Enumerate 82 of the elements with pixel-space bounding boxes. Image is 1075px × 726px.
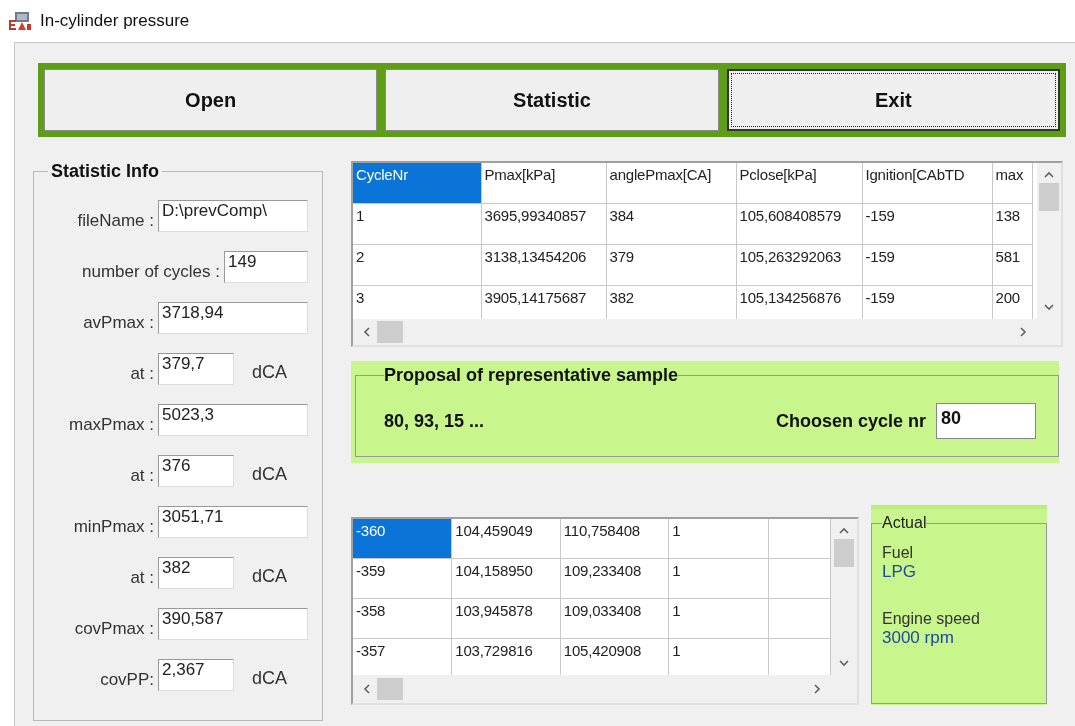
scroll-thumb[interactable] [377, 321, 403, 343]
scroll-thumb[interactable] [834, 539, 854, 567]
info-value: 3000 rpm [882, 628, 955, 648]
input-field[interactable]: D:\prevComp\ [158, 199, 308, 232]
field-label: at : [129, 566, 155, 588]
unit-label: dCA [252, 361, 287, 383]
column-header[interactable]: CycleNr [353, 163, 481, 204]
info-label: Engine speed [882, 610, 981, 628]
scroll-left-icon[interactable] [361, 683, 373, 695]
table-cell[interactable]: -360 [353, 519, 452, 559]
info-label: Fuel [882, 544, 915, 562]
input-field[interactable]: 149 [224, 250, 308, 283]
scroll-thumb[interactable] [1039, 183, 1059, 211]
action-button[interactable]: Statistic [385, 69, 719, 131]
table-cell: 1 [353, 203, 481, 245]
input-field[interactable]: 376 [158, 454, 234, 487]
scroll-left-icon[interactable] [361, 326, 373, 338]
window-title: In-cylinder pressure [40, 11, 190, 31]
table-cell: 103,729816 [455, 642, 533, 659]
group-title: Proposal of representative sample [384, 365, 679, 386]
action-button[interactable]: Exit [726, 69, 1060, 131]
field-label: at : [129, 362, 155, 384]
table-cell: 1 [672, 522, 681, 539]
table-cell: -159 [862, 244, 992, 286]
input-field[interactable]: 3051,71 [158, 505, 308, 538]
table-cell: 384 [606, 203, 736, 245]
input-field[interactable]: 2,367 [158, 658, 234, 691]
table-cell: 1 [672, 562, 681, 579]
table-cell: 581 [992, 244, 1032, 286]
input-field[interactable]: 3718,94 [158, 301, 308, 334]
field-label: covPmax : [73, 617, 155, 639]
scroll-down-icon[interactable] [838, 657, 850, 669]
scroll-thumb[interactable] [377, 678, 403, 700]
unit-label: dCA [252, 667, 287, 689]
table-cell[interactable]: -358 [353, 598, 452, 639]
table-cell: 1 [672, 642, 681, 659]
table-cell: 2 [353, 244, 481, 286]
table-cell: 379 [606, 244, 736, 286]
action-button[interactable]: Open [44, 69, 378, 131]
field-label: at : [129, 464, 155, 486]
unit-label: dCA [252, 463, 287, 485]
table-cell: 109,033408 [563, 602, 642, 619]
field-label: maxPmax : [67, 413, 155, 435]
field-label: avPmax : [82, 311, 155, 333]
table-cell: -159 [862, 203, 992, 245]
group-title: Statistic Info [50, 161, 160, 182]
info-value: LPG [882, 562, 918, 582]
table-cell: 105,420908 [563, 642, 642, 659]
input-field[interactable]: 5023,3 [158, 403, 308, 436]
column-header[interactable]: max [992, 163, 1032, 204]
column-header[interactable]: Ignition[CAbTD [862, 163, 992, 204]
table-cell: 3695,99340857 [481, 203, 606, 245]
table-cell[interactable]: -359 [353, 558, 452, 599]
table-cell: 104,158950 [455, 562, 533, 579]
column-header[interactable]: anglePmax[CA] [606, 163, 736, 204]
chosen-cycle-label: Choosen cycle nr [775, 410, 926, 432]
scroll-right-icon[interactable] [811, 683, 823, 695]
table-cell: 105,263292063 [736, 244, 862, 286]
column-header[interactable]: Pmax[kPa] [481, 163, 606, 204]
field-label: fileName : [76, 209, 155, 231]
app-icon [8, 11, 32, 31]
table-cell: 1 [672, 602, 681, 619]
group-title: Actual [882, 514, 927, 532]
table-cell: 104,459049 [455, 522, 533, 539]
table-cell: 138 [992, 203, 1032, 245]
unit-label: dCA [252, 565, 287, 587]
column-header[interactable]: Pclose[kPa] [736, 163, 862, 204]
table-cell: 3138,13454206 [481, 244, 606, 286]
scroll-down-icon[interactable] [1043, 301, 1055, 313]
table-cell: 110,758408 [563, 522, 640, 539]
input-field[interactable]: 382 [158, 556, 234, 589]
sample-list: 80, 93, 15 ... [384, 410, 485, 432]
table-cell: 109,233408 [563, 562, 642, 579]
input-field[interactable]: 390,587 [158, 607, 308, 640]
field-label: covPP: [99, 668, 155, 690]
field-label: minPmax : [72, 515, 155, 537]
input-field[interactable]: 379,7 [158, 352, 234, 385]
table-cell: 105,608408579 [736, 203, 862, 245]
chosen-cycle-field[interactable]: 80 [936, 403, 1036, 439]
scroll-right-icon[interactable] [1017, 326, 1029, 338]
table-cell: 103,945878 [455, 602, 533, 619]
field-label: number of cycles : [81, 260, 221, 282]
